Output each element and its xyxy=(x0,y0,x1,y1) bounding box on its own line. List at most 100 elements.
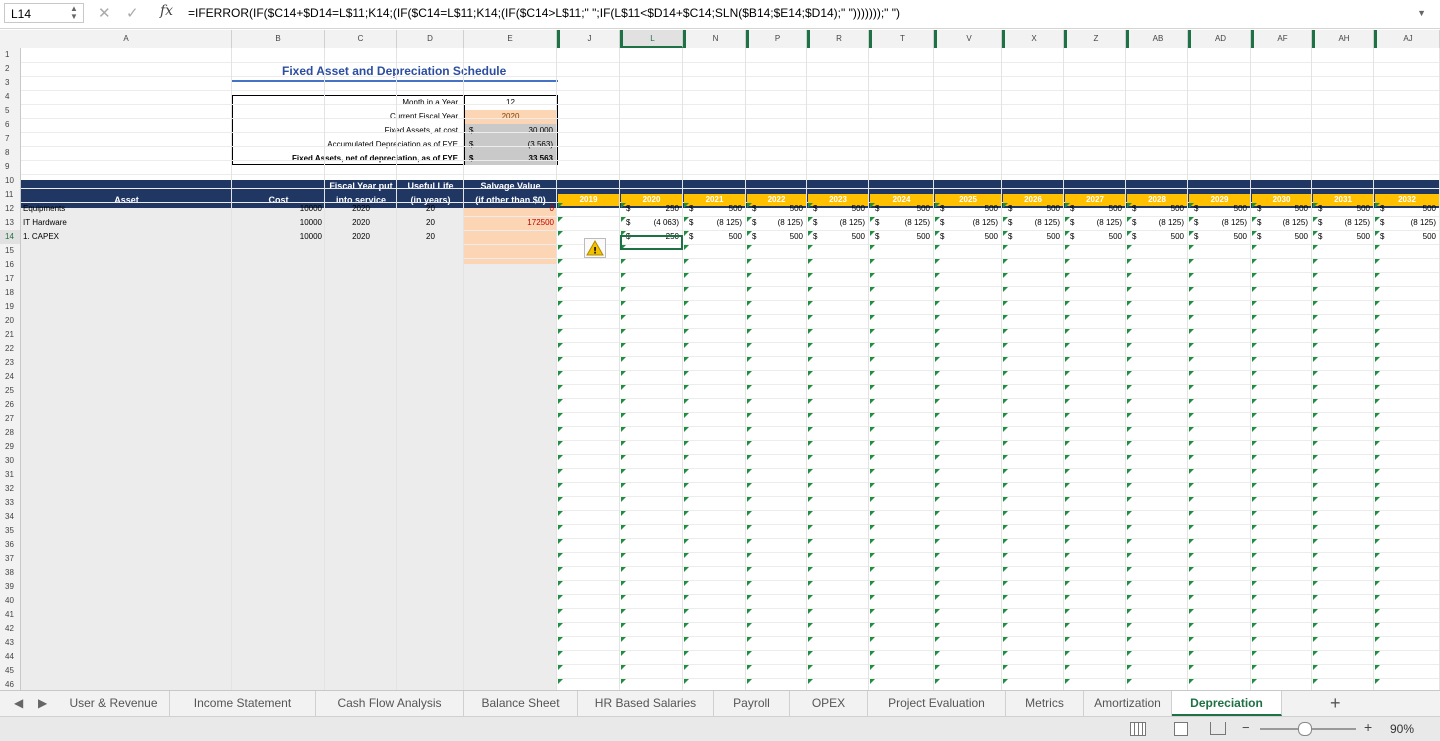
name-box-stepper-icon[interactable]: ▲ ▼ xyxy=(70,5,78,21)
formula-input[interactable]: =IFERROR(IF($C14+$D14=L$11;K14;(IF($C14=… xyxy=(188,6,900,20)
row-header-43[interactable]: 43 xyxy=(0,636,20,650)
sheet-tab-payroll[interactable]: Payroll xyxy=(714,691,790,716)
row-header-35[interactable]: 35 xyxy=(0,524,20,538)
depreciation-value-cell[interactable]: 500 xyxy=(1267,202,1310,216)
enter-icon[interactable]: ✓ xyxy=(126,4,139,22)
row-header-5[interactable]: 5 xyxy=(0,104,20,118)
row-header-10[interactable]: 10 xyxy=(0,174,20,188)
column-header-n[interactable]: N xyxy=(683,30,746,48)
depreciation-value-cell[interactable]: (8 125) xyxy=(1267,216,1310,230)
zoom-level[interactable]: 90% xyxy=(1390,722,1414,736)
row-header-8[interactable]: 8 xyxy=(0,146,20,160)
column-header-x[interactable]: X xyxy=(1002,30,1064,48)
depreciation-value-cell[interactable]: (8 125) xyxy=(823,216,867,230)
row-header-37[interactable]: 37 xyxy=(0,552,20,566)
row-header-23[interactable]: 23 xyxy=(0,356,20,370)
depreciation-value-cell[interactable]: (8 125) xyxy=(1080,216,1124,230)
depreciation-value-cell[interactable]: 500 xyxy=(1390,202,1438,216)
row-header-24[interactable]: 24 xyxy=(0,370,20,384)
active-cell-l14[interactable] xyxy=(620,235,683,250)
depreciation-value-cell[interactable]: (8 125) xyxy=(1390,216,1438,230)
row-header-25[interactable]: 25 xyxy=(0,384,20,398)
zoom-in-icon[interactable]: + xyxy=(1364,719,1372,735)
row-header-12[interactable]: 12 xyxy=(0,202,20,216)
row-header-22[interactable]: 22 xyxy=(0,342,20,356)
error-warning-icon[interactable]: ! xyxy=(584,238,606,258)
depreciation-value-cell[interactable]: 500 xyxy=(1018,202,1062,216)
asset-name-cell[interactable]: IT Hardware xyxy=(21,216,232,230)
row-header-19[interactable]: 19 xyxy=(0,300,20,314)
asset-salvage-cell[interactable] xyxy=(464,230,557,244)
asset-name-cell[interactable]: 1. CAPEX xyxy=(21,230,232,244)
tab-scroll-left-icon[interactable]: ◀ xyxy=(14,696,23,710)
insert-function-icon[interactable]: fx xyxy=(160,3,173,19)
column-header-v[interactable]: V xyxy=(934,30,1002,48)
column-header-b[interactable]: B xyxy=(232,30,325,48)
row-header-33[interactable]: 33 xyxy=(0,496,20,510)
sheet-tab-amortization[interactable]: Amortization xyxy=(1084,691,1172,716)
sheet-tab-balance-sheet[interactable]: Balance Sheet xyxy=(464,691,578,716)
column-header-ab[interactable]: AB xyxy=(1126,30,1188,48)
column-header-z[interactable]: Z xyxy=(1064,30,1126,48)
asset-cost-cell[interactable]: 10000 xyxy=(232,216,325,230)
sheet-tab-hr-based-salaries[interactable]: HR Based Salaries xyxy=(578,691,714,716)
depreciation-value-cell[interactable]: (8 125) xyxy=(699,216,744,230)
sheet-tab-cash-flow-analysis[interactable]: Cash Flow Analysis xyxy=(316,691,464,716)
depreciation-value-cell[interactable]: 500 xyxy=(1328,230,1372,244)
depreciation-value-cell[interactable]: 250 xyxy=(636,202,681,216)
depreciation-value-cell[interactable]: 500 xyxy=(762,202,805,216)
row-header-7[interactable]: 7 xyxy=(0,132,20,146)
depreciation-value-cell[interactable]: (8 125) xyxy=(1142,216,1186,230)
worksheet-grid[interactable]: Fixed Asset and Depreciation Schedule Mo… xyxy=(21,48,1440,690)
row-header-36[interactable]: 36 xyxy=(0,538,20,552)
asset-useful-life-cell[interactable]: 20 xyxy=(397,216,464,230)
depreciation-value-cell[interactable]: 500 xyxy=(1204,230,1249,244)
sheet-tab-opex[interactable]: OPEX xyxy=(790,691,868,716)
asset-fiscal-year-cell[interactable]: 2020 xyxy=(325,216,397,230)
row-header-39[interactable]: 39 xyxy=(0,580,20,594)
row-header-3[interactable]: 3 xyxy=(0,76,20,90)
asset-fiscal-year-cell[interactable]: 2020 xyxy=(325,230,397,244)
sheet-tab-project-evaluation[interactable]: Project Evaluation xyxy=(868,691,1006,716)
column-header-c[interactable]: C xyxy=(325,30,397,48)
depreciation-value-cell[interactable]: 500 xyxy=(1142,202,1186,216)
depreciation-value-cell[interactable]: 500 xyxy=(885,230,932,244)
row-header-2[interactable]: 2 xyxy=(0,62,20,76)
column-header-r[interactable]: R xyxy=(807,30,869,48)
row-header-44[interactable]: 44 xyxy=(0,650,20,664)
column-header-j[interactable]: J xyxy=(557,30,620,48)
depreciation-value-cell[interactable]: (8 125) xyxy=(762,216,805,230)
depreciation-value-cell[interactable]: (8 125) xyxy=(1328,216,1372,230)
column-header-af[interactable]: AF xyxy=(1251,30,1312,48)
cancel-icon[interactable]: ✕ xyxy=(98,4,111,22)
row-header-20[interactable]: 20 xyxy=(0,314,20,328)
column-header-p[interactable]: P xyxy=(746,30,807,48)
depreciation-value-cell[interactable]: 500 xyxy=(950,230,1000,244)
add-sheet-icon[interactable]: + xyxy=(1330,693,1341,714)
column-header-aj[interactable]: AJ xyxy=(1374,30,1440,48)
page-layout-view-icon[interactable] xyxy=(1174,722,1188,736)
row-header-15[interactable]: 15 xyxy=(0,244,20,258)
sheet-tab-user-revenue[interactable]: User & Revenue xyxy=(58,691,170,716)
asset-name-cell[interactable]: Equipments xyxy=(21,202,232,216)
zoom-out-icon[interactable]: − xyxy=(1242,720,1250,735)
normal-view-icon[interactable] xyxy=(1130,722,1146,736)
expand-formula-bar-icon[interactable]: ▼ xyxy=(1417,8,1426,18)
column-header-d[interactable]: D xyxy=(397,30,464,48)
depreciation-value-cell[interactable]: 500 xyxy=(1267,230,1310,244)
row-header-11[interactable]: 11 xyxy=(0,188,20,202)
depreciation-value-cell[interactable]: 500 xyxy=(950,202,1000,216)
depreciation-value-cell[interactable]: 500 xyxy=(823,202,867,216)
row-header-14[interactable]: 14 xyxy=(0,230,20,244)
depreciation-value-cell[interactable]: 500 xyxy=(1204,202,1249,216)
asset-cost-cell[interactable]: 10000 xyxy=(232,230,325,244)
row-header-31[interactable]: 31 xyxy=(0,468,20,482)
column-header-e[interactable]: E xyxy=(464,30,557,48)
row-header-28[interactable]: 28 xyxy=(0,426,20,440)
row-header-46[interactable]: 46 xyxy=(0,678,20,690)
depreciation-value-cell[interactable]: 500 xyxy=(1142,230,1186,244)
asset-useful-life-cell[interactable]: 20 xyxy=(397,230,464,244)
row-header-30[interactable]: 30 xyxy=(0,454,20,468)
row-header-4[interactable]: 4 xyxy=(0,90,20,104)
depreciation-value-cell[interactable]: 500 xyxy=(1328,202,1372,216)
